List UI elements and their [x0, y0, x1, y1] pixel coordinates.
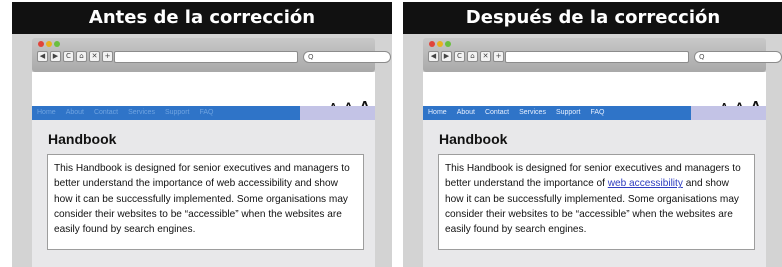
web-page: A A A Home About Contact Services Suppor…	[32, 72, 375, 267]
nav-item-home[interactable]: Home	[423, 106, 452, 120]
site-navigation: Home About Contact Services Support FAQ	[423, 106, 766, 120]
nav-item-about[interactable]: About	[61, 106, 89, 120]
browser-toolbar: ◀ ▶ C ⌂ ✕ + Q	[423, 38, 782, 72]
search-field[interactable]: Q	[694, 51, 782, 63]
nav-item-faq[interactable]: FAQ	[194, 106, 218, 120]
reload-button[interactable]: C	[454, 51, 465, 62]
nav-item-contact[interactable]: Contact	[89, 106, 123, 120]
nav-item-faq[interactable]: FAQ	[585, 106, 609, 120]
panel-heading: Después de la corrección	[403, 2, 782, 34]
reload-button[interactable]: C	[63, 51, 74, 62]
address-bar[interactable]	[505, 51, 689, 63]
forward-button[interactable]: ▶	[441, 51, 452, 62]
web-page: A A A Home About Contact Services Suppor…	[423, 72, 766, 267]
nav-item-contact[interactable]: Contact	[480, 106, 514, 120]
page-header: A A A	[32, 72, 375, 112]
close-window-icon[interactable]	[38, 41, 44, 47]
nav-item-home[interactable]: Home	[32, 106, 61, 120]
browser-toolbar: ◀ ▶ C ⌂ ✕ + Q	[32, 38, 391, 72]
nav-item-support[interactable]: Support	[551, 106, 586, 120]
web-accessibility-link[interactable]: web accessibility	[608, 178, 683, 189]
maximize-window-icon[interactable]	[54, 41, 60, 47]
panel-heading: Antes de la corrección	[12, 2, 392, 34]
page-title: Handbook	[439, 131, 508, 147]
search-icon: Q	[308, 53, 314, 61]
address-bar[interactable]	[114, 51, 298, 63]
back-button[interactable]: ◀	[37, 51, 48, 62]
page-title: Handbook	[48, 131, 117, 147]
nav-item-support[interactable]: Support	[160, 106, 195, 120]
stop-button[interactable]: ✕	[480, 51, 491, 62]
search-field[interactable]: Q	[303, 51, 391, 63]
content-box: This Handbook is designed for senior exe…	[47, 154, 364, 250]
window-controls	[38, 41, 60, 47]
browser-window: ◀ ▶ C ⌂ ✕ + Q A A A Home	[12, 34, 392, 267]
back-button[interactable]: ◀	[428, 51, 439, 62]
stop-button[interactable]: ✕	[89, 51, 100, 62]
home-button[interactable]: ⌂	[467, 51, 478, 62]
minimize-window-icon[interactable]	[46, 41, 52, 47]
nav-item-services[interactable]: Services	[123, 106, 160, 120]
window-controls	[429, 41, 451, 47]
search-icon: Q	[699, 53, 705, 61]
new-tab-button[interactable]: +	[493, 51, 504, 62]
close-window-icon[interactable]	[429, 41, 435, 47]
browser-window: ◀ ▶ C ⌂ ✕ + Q A A A Home	[403, 34, 782, 267]
panel-before: Antes de la corrección ◀ ▶ C ⌂ ✕ + Q Hom…	[12, 0, 392, 267]
page-header: A A A	[423, 72, 766, 112]
maximize-window-icon[interactable]	[445, 41, 451, 47]
new-tab-button[interactable]: +	[102, 51, 113, 62]
forward-button[interactable]: ▶	[50, 51, 61, 62]
nav-item-about[interactable]: About	[452, 106, 480, 120]
home-button[interactable]: ⌂	[76, 51, 87, 62]
panel-after: Después de la corrección ◀ ▶ C ⌂ ✕ + Q H…	[403, 0, 782, 267]
site-navigation: Home About Contact Services Support FAQ	[32, 106, 375, 120]
inline-text-web-accessibility: web accessibility	[216, 178, 292, 190]
content-box: This Handbook is designed for senior exe…	[438, 154, 755, 250]
nav-item-services[interactable]: Services	[514, 106, 551, 120]
minimize-window-icon[interactable]	[437, 41, 443, 47]
